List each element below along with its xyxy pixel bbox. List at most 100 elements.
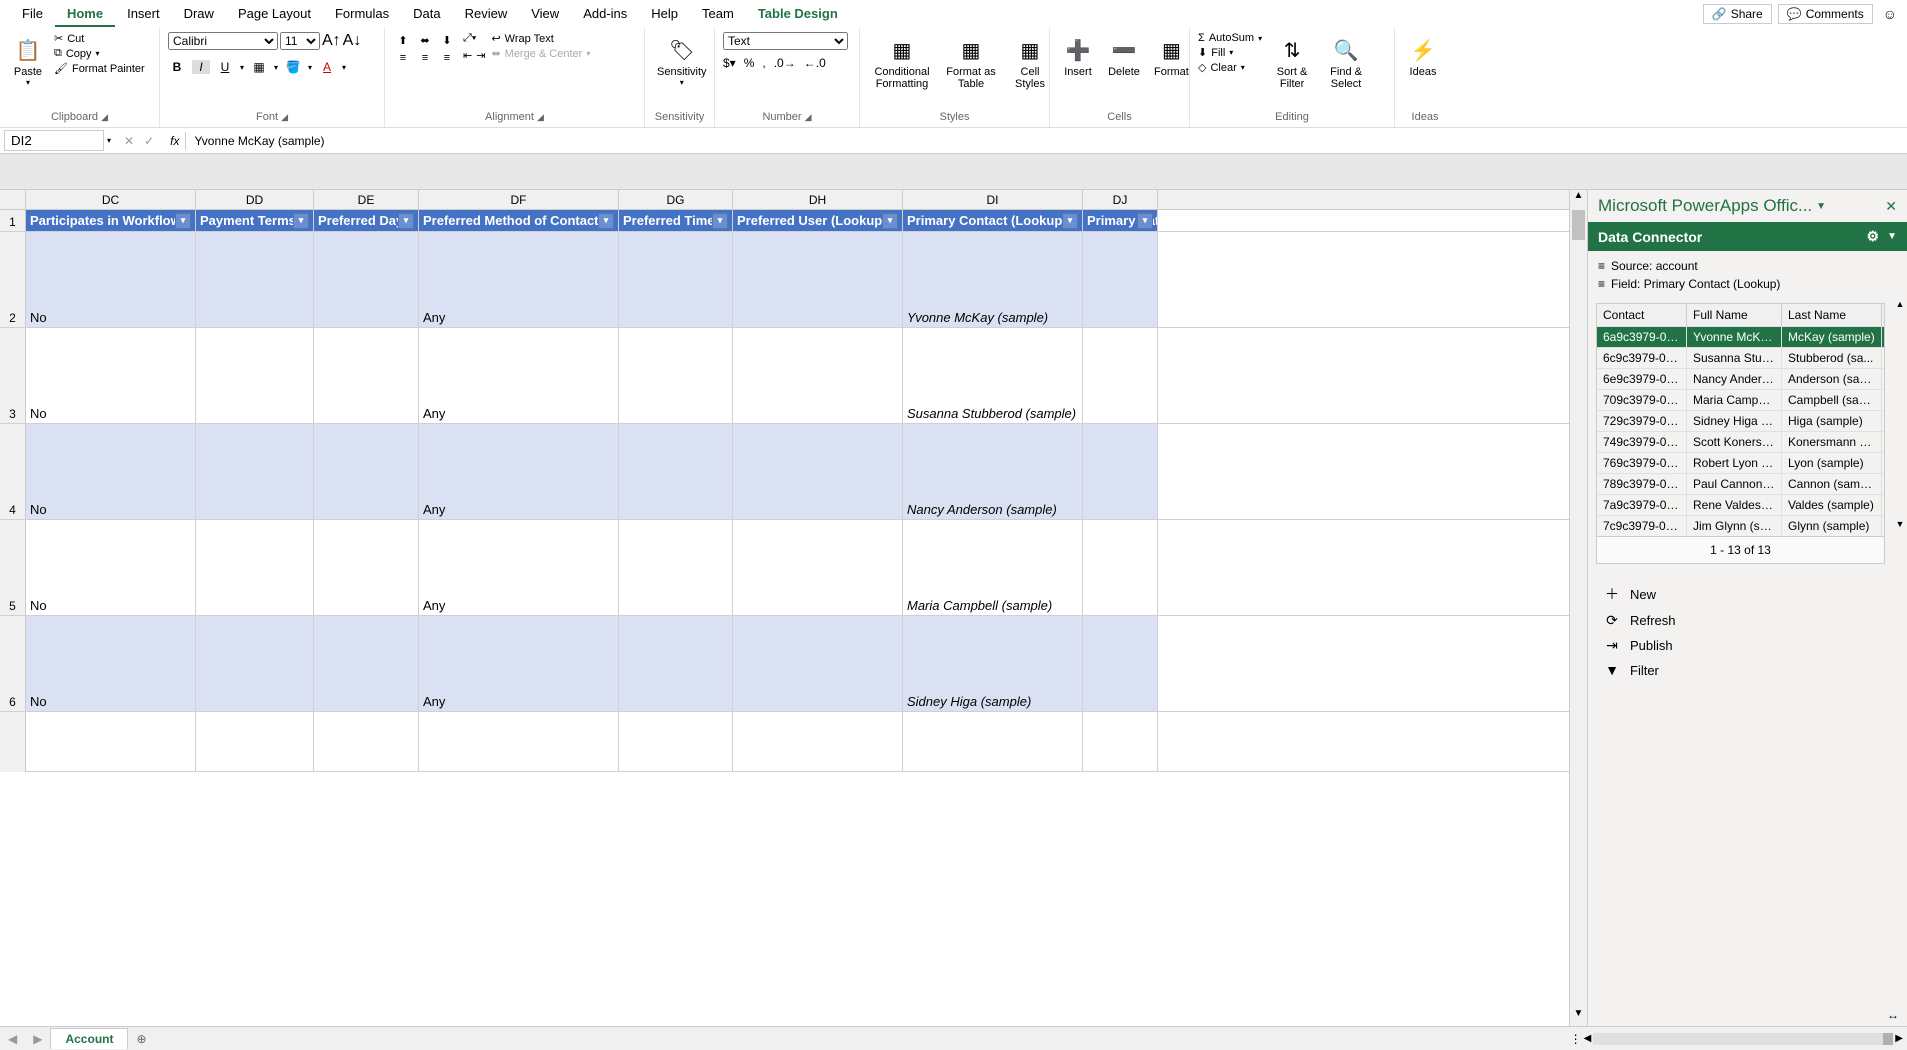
column-header[interactable]: DE bbox=[314, 190, 419, 209]
cell[interactable] bbox=[733, 712, 903, 772]
new-button[interactable]: ＋New bbox=[1604, 580, 1891, 608]
scroll-up-icon[interactable]: ▲ bbox=[1893, 299, 1907, 309]
align-bottom-button[interactable]: ⬇ bbox=[437, 32, 457, 48]
table-header-cell[interactable]: Payment Terms bbox=[196, 210, 314, 231]
increase-font-icon[interactable]: A↑ bbox=[322, 32, 341, 50]
clear-button[interactable]: ◇Clear▾ bbox=[1198, 61, 1262, 74]
cell[interactable] bbox=[1083, 424, 1158, 519]
taskpane-scrollbar[interactable]: ▲ ▼ bbox=[1893, 299, 1907, 568]
col-lastname[interactable]: Last Name bbox=[1782, 304, 1882, 326]
horizontal-scrollbar[interactable] bbox=[1593, 1033, 1893, 1045]
lookup-row[interactable]: 6e9c3979-02a...Nancy Anders...Anderson (… bbox=[1597, 368, 1884, 389]
align-center-button[interactable]: ≡ bbox=[415, 50, 435, 66]
cancel-formula-icon[interactable]: ✕ bbox=[124, 134, 134, 148]
cell[interactable] bbox=[196, 712, 314, 772]
dialog-launcher-icon[interactable]: ◢ bbox=[281, 112, 288, 122]
increase-indent-button[interactable]: ⇥ bbox=[476, 49, 485, 62]
menu-data[interactable]: Data bbox=[401, 2, 452, 27]
format-as-table-button[interactable]: ▦ Format as Table bbox=[942, 32, 1000, 92]
find-select-button[interactable]: 🔍Find & Select bbox=[1322, 32, 1370, 92]
cell[interactable] bbox=[619, 328, 733, 423]
dialog-launcher-icon[interactable]: ◢ bbox=[537, 112, 544, 122]
accept-formula-icon[interactable]: ✓ bbox=[144, 134, 154, 148]
font-size-select[interactable]: 11 bbox=[280, 32, 320, 50]
lookup-row[interactable]: 6c9c3979-02a...Susanna Stub...Stubberod … bbox=[1597, 347, 1884, 368]
format-cells-button[interactable]: ▦Format bbox=[1150, 32, 1193, 80]
menu-help[interactable]: Help bbox=[639, 2, 690, 27]
align-middle-button[interactable]: ⬌ bbox=[415, 32, 435, 48]
lookup-row[interactable]: 749c3979-02a...Scott Konersm...Konersman… bbox=[1597, 431, 1884, 452]
paste-button[interactable]: 📋 Paste ▾ bbox=[8, 32, 48, 89]
cell[interactable] bbox=[733, 328, 903, 423]
add-sheet-button[interactable]: ⊕ bbox=[128, 1032, 154, 1046]
row-header[interactable]: 4 bbox=[0, 424, 26, 519]
name-box[interactable] bbox=[4, 130, 104, 151]
scrollbar-thumb[interactable] bbox=[1572, 210, 1585, 240]
spreadsheet-grid[interactable]: DCDDDEDFDGDHDIDJ 1 Participates in Workf… bbox=[0, 190, 1569, 1026]
cell[interactable]: Any bbox=[419, 520, 619, 615]
menu-view[interactable]: View bbox=[519, 2, 571, 27]
refresh-button[interactable]: ⟳Refresh bbox=[1604, 608, 1891, 633]
delete-cells-button[interactable]: ➖Delete bbox=[1104, 32, 1144, 80]
cell[interactable] bbox=[196, 616, 314, 711]
hscroll-handle[interactable]: ⋮ bbox=[1570, 1032, 1582, 1046]
gear-icon[interactable]: ⚙ bbox=[1867, 228, 1880, 245]
lookup-row[interactable]: 6a9c3979-02a...Yvonne McKay...McKay (sam… bbox=[1597, 326, 1884, 347]
format-painter-button[interactable]: 🖌Format Painter bbox=[54, 62, 145, 75]
menu-page-layout[interactable]: Page Layout bbox=[226, 2, 323, 27]
cell[interactable]: Susanna Stubberod (sample) bbox=[903, 328, 1083, 423]
cell[interactable]: Sidney Higa (sample) bbox=[903, 616, 1083, 711]
orientation-button[interactable]: ⤢▾ bbox=[463, 32, 485, 45]
filter-button[interactable]: ▼Filter bbox=[1604, 658, 1891, 682]
cell[interactable] bbox=[314, 616, 419, 711]
column-header[interactable]: DJ bbox=[1083, 190, 1158, 209]
cell[interactable] bbox=[314, 424, 419, 519]
cell[interactable]: Maria Campbell (sample) bbox=[903, 520, 1083, 615]
scroll-down-icon[interactable]: ▼ bbox=[1570, 1008, 1587, 1026]
cell[interactable]: No bbox=[26, 232, 196, 327]
cell[interactable] bbox=[196, 232, 314, 327]
scrollbar-thumb[interactable] bbox=[1883, 1033, 1893, 1045]
dialog-launcher-icon[interactable]: ◢ bbox=[805, 112, 812, 122]
sort-filter-button[interactable]: ⇅Sort & Filter bbox=[1268, 32, 1316, 92]
table-header-cell[interactable]: Preferred User (Lookup) bbox=[733, 210, 903, 231]
cell[interactable] bbox=[1083, 520, 1158, 615]
cell[interactable] bbox=[1083, 712, 1158, 772]
cell[interactable] bbox=[619, 232, 733, 327]
taskpane-resize-icon[interactable]: ↔ bbox=[1588, 1004, 1907, 1026]
cell[interactable]: No bbox=[26, 520, 196, 615]
cell[interactable] bbox=[196, 520, 314, 615]
row-header[interactable]: 3 bbox=[0, 328, 26, 423]
share-button[interactable]: 🔗 Share bbox=[1703, 4, 1772, 24]
tab-nav-next[interactable]: ▶ bbox=[25, 1032, 50, 1046]
cell[interactable] bbox=[1083, 232, 1158, 327]
underline-button[interactable]: U bbox=[216, 60, 234, 74]
cell[interactable] bbox=[733, 232, 903, 327]
comma-button[interactable]: , bbox=[762, 56, 765, 70]
decrease-indent-button[interactable]: ⇤ bbox=[463, 49, 472, 62]
cell[interactable]: Any bbox=[419, 232, 619, 327]
sheet-tab-account[interactable]: Account bbox=[50, 1028, 128, 1049]
scroll-up-icon[interactable]: ▲ bbox=[1570, 190, 1587, 208]
cell[interactable]: Yvonne McKay (sample) bbox=[903, 232, 1083, 327]
cell[interactable] bbox=[314, 232, 419, 327]
column-header[interactable]: DH bbox=[733, 190, 903, 209]
cell[interactable]: No bbox=[26, 616, 196, 711]
table-header-cell[interactable]: Preferred Method of Contact bbox=[419, 210, 619, 231]
increase-decimal-button[interactable]: .0→ bbox=[774, 56, 796, 70]
lookup-row[interactable]: 789c3979-02a...Paul Cannon (...Cannon (s… bbox=[1597, 473, 1884, 494]
row-header[interactable]: 6 bbox=[0, 616, 26, 711]
cell[interactable] bbox=[419, 712, 619, 772]
percent-button[interactable]: % bbox=[744, 56, 755, 70]
fill-color-button[interactable]: 🪣 bbox=[284, 60, 302, 74]
feedback-smiley-icon[interactable]: ☺ bbox=[1883, 6, 1897, 22]
col-fullname[interactable]: Full Name bbox=[1687, 304, 1782, 326]
cell[interactable] bbox=[733, 616, 903, 711]
cell[interactable] bbox=[619, 616, 733, 711]
sensitivity-button[interactable]: 🏷 Sensitivity ▾ bbox=[653, 32, 711, 89]
font-name-select[interactable]: Calibri bbox=[168, 32, 278, 50]
decrease-decimal-button[interactable]: ←.0 bbox=[804, 56, 826, 70]
conditional-formatting-button[interactable]: ▦ Conditional Formatting bbox=[868, 32, 936, 92]
scroll-down-icon[interactable]: ▼ bbox=[1893, 519, 1907, 529]
column-header[interactable]: DC bbox=[26, 190, 196, 209]
